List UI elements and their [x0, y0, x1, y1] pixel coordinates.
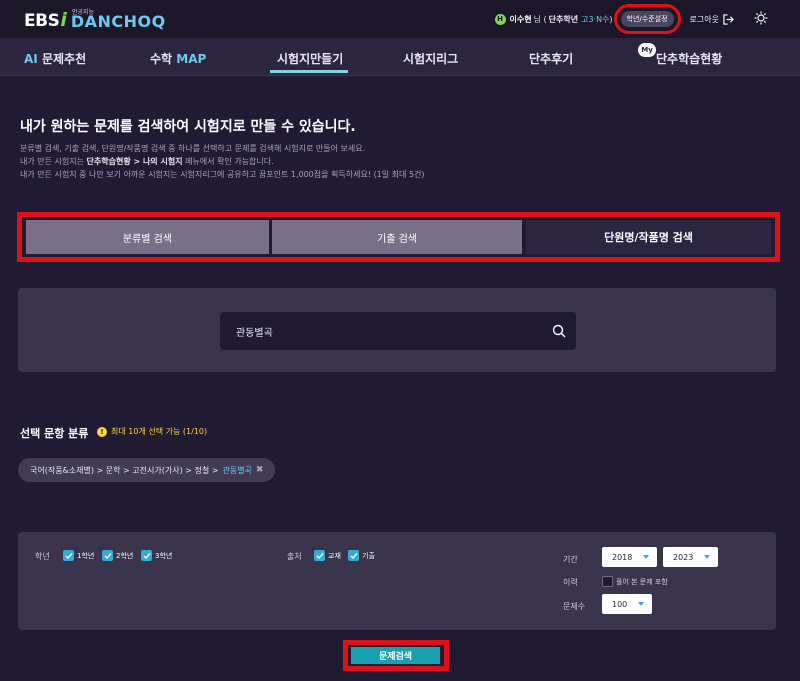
count-label: 문제수 [563, 602, 586, 611]
check-icon [314, 550, 325, 561]
grade-2-label: 2학년 [116, 551, 134, 560]
intro-line-2: 내가 만든 시험지는 단추학습현황 > 나의 시험지 메뉴에서 확인 가능합니다… [20, 156, 274, 167]
year-to-select[interactable]: 2023 [663, 547, 718, 567]
check-icon [63, 550, 74, 561]
tab-category-search[interactable]: 분류별 검색 [26, 220, 269, 254]
nav-ai-recommend[interactable]: AI 문제추천 [24, 50, 86, 67]
nav-ai-prefix: AI [24, 52, 38, 66]
logout-icon[interactable] [723, 13, 734, 25]
user-area: H 이수현 님 ( 단추학년 고3·N수 ) 학년/수준설정 로그아웃 [494, 4, 735, 34]
search-input[interactable]: 관동별곡 [220, 312, 576, 350]
include-solved-checkbox[interactable]: 풀어 본 문제 포함 [602, 576, 668, 587]
search-questions-button[interactable]: 문제검색 [351, 647, 440, 664]
nav-test-league[interactable]: 시험지리그 [403, 50, 458, 67]
logo-ebs: EBS [24, 11, 60, 31]
intro-line-1: 분류별 검색, 기출 검색, 단원명/작품명 검색 중 하나를 선택하고 문제를… [20, 144, 366, 153]
grade-2-checkbox[interactable]: 2학년 [102, 550, 133, 561]
checkbox-empty-icon [602, 576, 613, 587]
intro-line-2-pre: 내가 만든 시험지는 [20, 157, 87, 166]
grade-1-checkbox[interactable]: 1학년 [63, 550, 94, 561]
logo-i: i [60, 9, 67, 31]
selected-chip: 국어(작품&소재별) > 문학 > 고전시가(가사) > 정철 > 관동별곡 ✖ [18, 458, 276, 482]
nav-map-label: MAP [176, 52, 207, 66]
nav-ai-label: 문제추천 [37, 52, 87, 66]
chip-path: 국어(작품&소재별) > 문학 > 고전시가(가사) > 정철 > [30, 465, 219, 475]
selection-title: 선택 문항 분류 [20, 427, 89, 440]
grade-filter-label: 학년 [35, 552, 50, 561]
period-label: 기간 [563, 555, 578, 564]
source-filter-label: 출처 [287, 552, 302, 561]
nav-active-indicator [270, 70, 348, 73]
source-textbook-checkbox[interactable]: 교재 [314, 550, 341, 561]
logo-subtitle: 인공지능 [72, 9, 95, 16]
logo[interactable]: EBS i 인공지능 DANCHOQ [24, 9, 166, 31]
year-from-select[interactable]: 2018 [602, 547, 657, 567]
selection-note-text: 최대 10개 선택 가능 (1/10) [111, 427, 208, 436]
chevron-down-icon [704, 555, 710, 559]
intro-line-2-post: 메뉴에서 확인 가능합니다. [182, 157, 274, 166]
grade-value: 고3·N수 [581, 14, 610, 24]
search-input-value: 관동별곡 [236, 328, 273, 339]
nav-math-map[interactable]: 수학 MAP [150, 50, 206, 67]
main-nav: AI 문제추천 수학 MAP 시험지만들기 시험지리그 단추후기 단추학습현황 [0, 38, 800, 76]
year-from-value: 2018 [612, 552, 633, 562]
user-close: ) [609, 14, 613, 24]
grade-3-checkbox[interactable]: 3학년 [141, 550, 172, 561]
source-past-exam-label: 기출 [362, 551, 375, 560]
tab-unit-title-search[interactable]: 단원명/작품명 검색 [526, 220, 771, 254]
user-name: 이수현 [509, 14, 532, 24]
logout-link[interactable]: 로그아웃 [690, 14, 719, 25]
my-badge: My [638, 43, 656, 57]
chevron-down-icon [638, 602, 644, 606]
question-count-select[interactable]: 100 [602, 594, 652, 614]
include-solved-label: 풀어 본 문제 포함 [616, 577, 668, 586]
nav-make-test[interactable]: 시험지만들기 [277, 50, 343, 67]
nav-reviews[interactable]: 단추후기 [529, 50, 573, 67]
intro-line-2-bold: 단추학습현황 > 나의 시험지 [86, 157, 183, 166]
page-title: 내가 원하는 문제를 검색하여 시험지로 만들 수 있습니다. [20, 119, 356, 135]
grade-1-label: 1학년 [77, 551, 95, 560]
selection-note: ! 최대 10개 선택 가능 (1/10) [97, 426, 207, 437]
source-textbook-label: 교재 [328, 551, 341, 560]
warning-icon: ! [97, 426, 107, 437]
chip-remove-icon[interactable]: ✖ [256, 465, 264, 475]
intro-line-3: 내가 만든 시험지 중 나만 보기 아까운 시험지는 시험지리그에 공유하고 꿈… [20, 170, 425, 179]
check-icon [102, 550, 113, 561]
theme-toggle-icon[interactable] [754, 11, 768, 25]
question-count-value: 100 [612, 599, 628, 609]
search-icon[interactable] [552, 324, 566, 338]
nav-my-progress[interactable]: 단추학습현황 [656, 50, 722, 67]
grade-setting-button[interactable]: 학년/수준설정 [613, 4, 681, 34]
top-bar: EBS i 인공지능 DANCHOQ H 이수현 님 ( 단추학년 고3·N수 … [0, 0, 800, 38]
user-level-badge: H [494, 13, 506, 25]
check-icon [348, 550, 359, 561]
nav-math-prefix: 수학 [150, 52, 177, 66]
chip-leaf: 관동별곡 [222, 465, 252, 475]
user-suffix: 님 ( [533, 14, 547, 24]
history-label: 이력 [563, 578, 578, 587]
source-past-exam-checkbox[interactable]: 기출 [348, 550, 375, 561]
tab-past-exam-search[interactable]: 기출 검색 [272, 220, 522, 254]
grade-3-label: 3학년 [155, 551, 173, 560]
chevron-down-icon [643, 555, 649, 559]
check-icon [141, 550, 152, 561]
grade-label: 단추학년 [548, 14, 579, 24]
year-to-value: 2023 [673, 552, 694, 562]
